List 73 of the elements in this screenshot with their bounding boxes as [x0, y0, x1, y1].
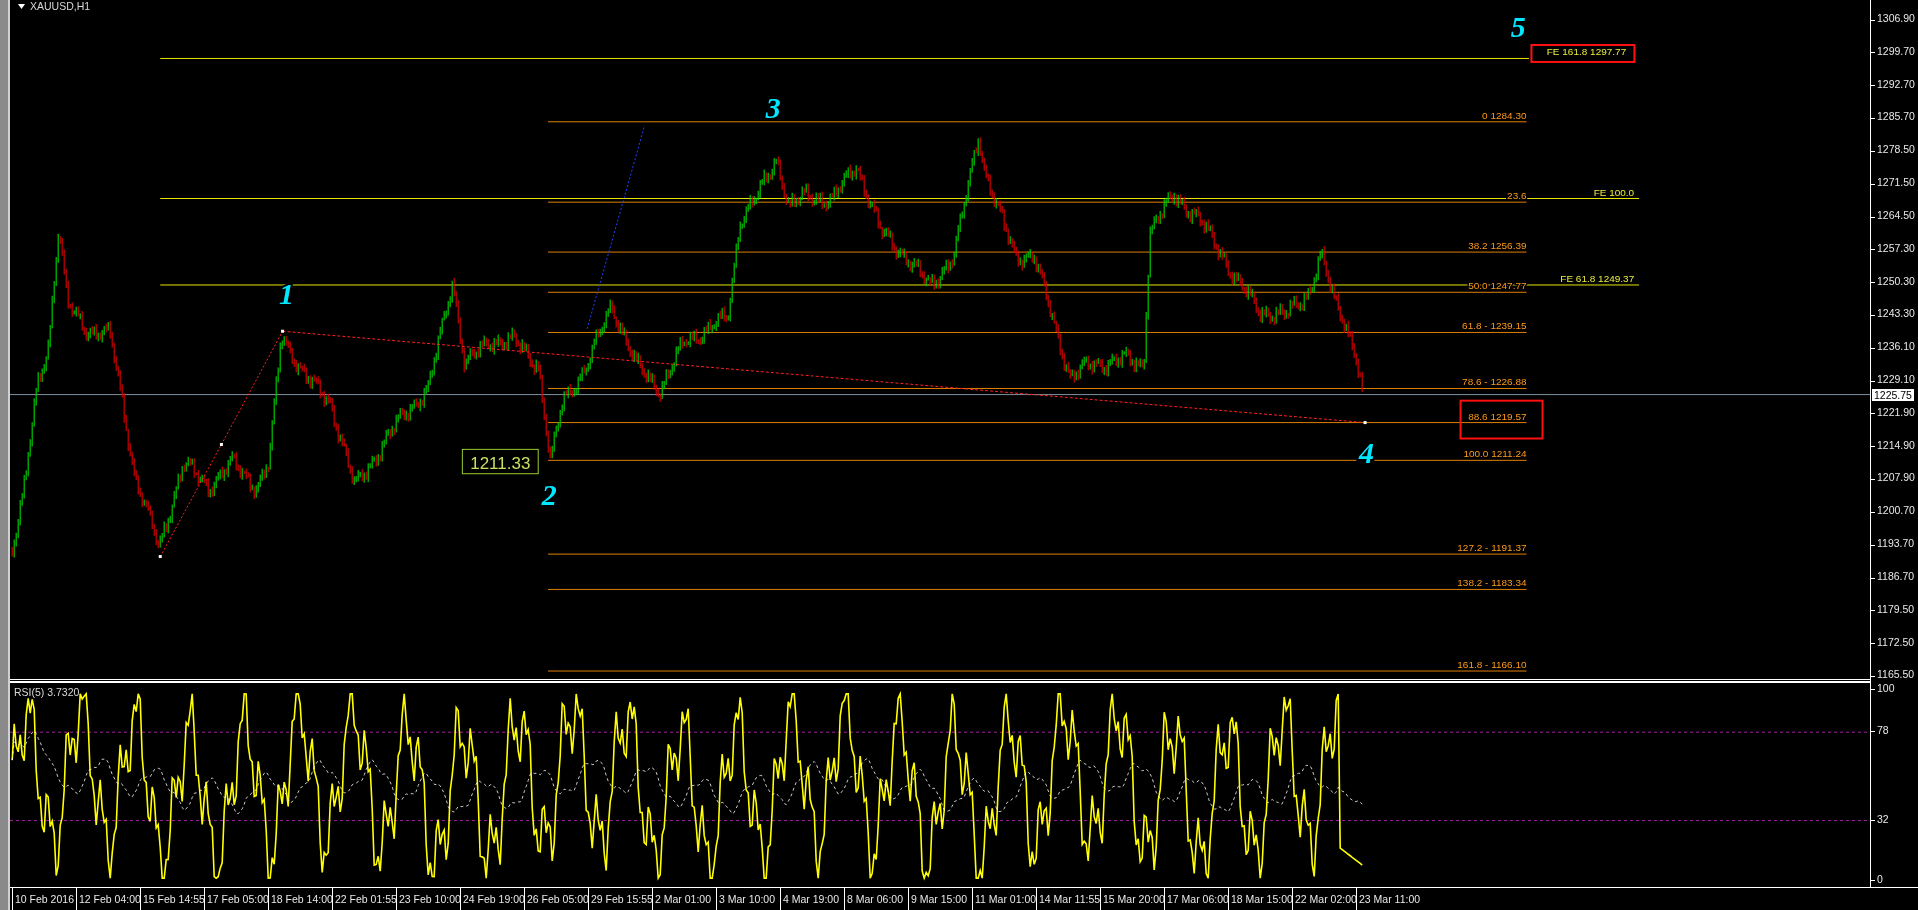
expansion-level-label: FE 100.0 [1593, 186, 1635, 198]
time-axis-label: 15 Mar 20:00 [1100, 888, 1164, 910]
time-axis-label: 8 Mar 06:00 [844, 888, 908, 910]
price-callout: 1211.33 [461, 448, 539, 475]
rsi-axis-label: 78 [1877, 724, 1889, 736]
price-axis-label: 1179.50 [1877, 602, 1915, 615]
price-axis-label: 1186.70 [1877, 569, 1915, 582]
time-axis-label: 22 Mar 02:00 [1292, 888, 1356, 910]
fibonacci-level-label: 127.2 - 1191.37 [1457, 542, 1527, 554]
price-axis-label: 1214.90 [1877, 438, 1915, 451]
time-axis-label: 23 Mar 11:00 [1356, 888, 1420, 910]
price-axis-label: 1207.90 [1877, 471, 1915, 484]
time-axis-label: 22 Feb 01:55 [332, 888, 396, 910]
time-axis-label: 12 Feb 04:00 [76, 888, 140, 910]
fibonacci-level-label: 88.6 1219.57 [1468, 410, 1527, 422]
current-price-label: 1225.75 [1872, 389, 1914, 401]
price-axis-label: 1172.50 [1877, 635, 1915, 648]
time-axis-label: 11 Mar 01:00 [972, 888, 1036, 910]
rsi-axis-label: 0 [1877, 873, 1883, 885]
price-axis-label: 1221.90 [1877, 405, 1915, 418]
fibonacci-level-label: 161.8 - 1166.10 [1457, 659, 1527, 671]
point-marker-icon [1363, 421, 1367, 425]
price-axis-label: 1278.50 [1877, 143, 1915, 156]
time-axis-label: 9 Mar 15:00 [908, 888, 972, 910]
wave-number-label: 5 [1510, 9, 1526, 43]
price-axis-label: 1292.70 [1877, 77, 1915, 90]
fibonacci-level-label: 0 1284.30 [1482, 109, 1527, 121]
fibonacci-level-label: 38.2 1256.39 [1468, 240, 1527, 252]
time-axis-label: 3 Mar 10:00 [716, 888, 780, 910]
time-axis-label: 14 Mar 11:55 [1036, 888, 1100, 910]
time-axis-label: 2 Mar 01:00 [652, 888, 716, 910]
fibonacci-level-label: 78.6 - 1226.88 [1462, 376, 1527, 388]
wave-number-label: 1 [278, 277, 294, 311]
price-axis-label: 1264.50 [1877, 208, 1915, 221]
time-axis-label: 10 Feb 2016 [12, 888, 76, 910]
rsi-axis-label: 100 [1877, 682, 1895, 694]
point-marker-icon [158, 555, 162, 559]
price-axis-label: 1200.70 [1877, 504, 1915, 517]
point-marker-icon [219, 443, 223, 446]
price-axis-label: 1229.10 [1877, 373, 1915, 385]
expansion-level-label: FE 161.8 1297.77 [1546, 46, 1627, 58]
dropdown-triangle-icon [18, 4, 25, 9]
time-axis-label: 29 Feb 15:55 [588, 888, 652, 910]
price-axis-label: 1271.50 [1877, 176, 1915, 189]
wave-number-label: 3 [765, 91, 781, 125]
indicator-title: RSI(5) 3.7320 [14, 686, 80, 698]
time-axis-label: 26 Feb 05:00 [524, 888, 588, 910]
time-axis-label: 23 Feb 10:00 [396, 888, 460, 910]
price-axis-label: 1193.70 [1877, 537, 1915, 550]
rsi-axis-label: 32 [1877, 813, 1889, 825]
expansion-level-label: FE 61.8 1249.37 [1560, 273, 1635, 284]
price-axis-label: 1165.50 [1877, 668, 1915, 681]
time-axis-label: 4 Mar 19:00 [780, 888, 844, 910]
price-axis-label: 1243.30 [1877, 307, 1915, 320]
fibonacci-level-label: 50.0 1247.77 [1468, 280, 1527, 292]
price-axis-label: 1299.70 [1877, 44, 1915, 57]
chart-title: XAUUSD,H1 [30, 0, 91, 12]
fibonacci-level-label: 138.2 - 1183.34 [1457, 577, 1527, 589]
price-axis-label: 1236.10 [1877, 340, 1915, 353]
price-axis-label: 1306.90 [1877, 12, 1915, 24]
point-marker-icon [281, 329, 285, 333]
time-axis-label: 17 Mar 06:00 [1164, 888, 1228, 910]
time-axis-label: 18 Feb 14:00 [268, 888, 332, 910]
time-axis-label: 15 Feb 14:55 [140, 888, 204, 910]
time-axis-label: 17 Feb 05:00 [204, 888, 268, 910]
price-axis-label: 1285.70 [1877, 110, 1915, 123]
wave-number-label: 2 [541, 478, 557, 512]
fibonacci-level-label: 61.8 - 1239.15 [1462, 320, 1527, 332]
time-axis-label: 24 Feb 19:00 [460, 888, 524, 910]
price-axis-label: 1250.30 [1877, 274, 1915, 287]
price-axis-label: 1257.30 [1877, 241, 1915, 254]
time-axis-label: 18 Mar 15:00 [1228, 888, 1292, 910]
fibonacci-level-label: 100.0 1211.24 [1463, 448, 1527, 460]
